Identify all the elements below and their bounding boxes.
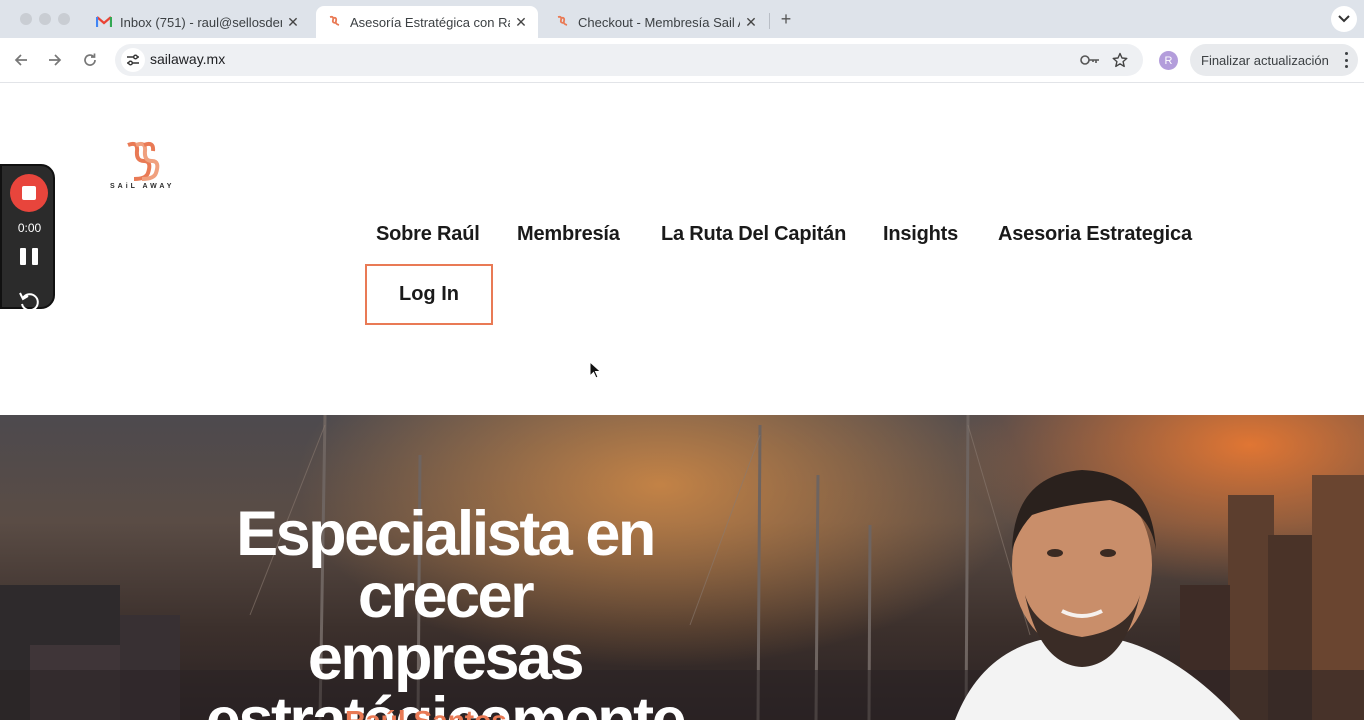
forward-button[interactable]: [44, 49, 66, 71]
sailaway-logo[interactable]: SAiL AWAY: [108, 141, 182, 193]
screen-recorder-widget: 0:00: [0, 164, 55, 312]
reload-button[interactable]: [79, 49, 101, 71]
window-zoom-button[interactable]: [58, 13, 70, 25]
sailaway-favicon-icon: [554, 14, 570, 30]
nav-sobre-raul[interactable]: Sobre Raúl: [376, 223, 480, 246]
arrow-right-icon: [49, 54, 62, 66]
pause-button[interactable]: [20, 248, 38, 268]
url-text: sailaway.mx: [150, 51, 226, 67]
chevron-down-icon: [1338, 15, 1350, 23]
bookmark-star-icon[interactable]: [1109, 49, 1131, 71]
update-label: Finalizar actualización: [1201, 52, 1329, 68]
arrow-left-icon: [14, 54, 27, 66]
nav-insights[interactable]: Insights: [883, 223, 958, 246]
nav-membresia[interactable]: Membresía: [517, 223, 620, 246]
address-bar[interactable]: sailaway.mx: [115, 44, 1143, 76]
new-tab-button[interactable]: +: [775, 8, 797, 30]
hero-title-line: empresas: [307, 623, 585, 693]
site-settings-icon[interactable]: [121, 48, 145, 72]
browser-toolbar: sailaway.mx R Finalizar actualización: [0, 38, 1364, 83]
hero-subtitle: Raúl Santos: [345, 705, 507, 720]
close-icon[interactable]: ✕: [510, 11, 532, 33]
more-menu-icon[interactable]: [1344, 52, 1348, 68]
restart-icon[interactable]: [17, 289, 41, 313]
mouse-cursor-icon: [589, 361, 602, 379]
sailaway-logo-mark-icon: [127, 141, 160, 181]
tab-strip: Inbox (751) - raul@sellosdem ✕ Asesoría …: [0, 0, 1364, 38]
nav-la-ruta-del-capitan[interactable]: La Ruta Del Capitán: [661, 223, 846, 246]
hero-section: Especialista en crecer empresas estratég…: [0, 415, 1364, 720]
tab-title: Checkout - Membresía Sail Av: [578, 14, 740, 30]
hero-title-line: Especialista en crecer: [236, 499, 656, 631]
tab-search-button[interactable]: [1331, 6, 1357, 32]
update-button[interactable]: Finalizar actualización: [1190, 44, 1358, 76]
recording-timer: 0:00: [17, 221, 42, 235]
logo-wordmark: SAiL AWAY: [110, 183, 175, 190]
window-close-button[interactable]: [20, 13, 32, 25]
close-icon[interactable]: ✕: [282, 11, 304, 33]
tab-asesoria[interactable]: Asesoría Estratégica con Raúl ✕: [316, 6, 538, 38]
tab-title: Inbox (751) - raul@sellosdem: [120, 14, 282, 30]
close-icon[interactable]: ✕: [740, 11, 762, 33]
web-page: SAiL AWAY Sobre Raúl Membresía La Ruta D…: [0, 83, 1364, 720]
stop-icon: [22, 186, 36, 200]
back-button[interactable]: [10, 49, 32, 71]
stop-recording-button[interactable]: [10, 174, 48, 212]
window-minimize-button[interactable]: [39, 13, 51, 25]
sailaway-favicon-icon: [326, 14, 342, 30]
reload-icon: [84, 53, 96, 66]
hero-title: Especialista en crecer empresas estratég…: [150, 503, 740, 720]
tab-separator: [769, 13, 770, 29]
profile-avatar[interactable]: R: [1159, 51, 1178, 70]
nav-asesoria-estrategica[interactable]: Asesoria Estrategica: [998, 223, 1192, 246]
login-button[interactable]: Log In: [365, 264, 493, 325]
tab-gmail-inbox[interactable]: Inbox (751) - raul@sellosdem ✕: [86, 6, 310, 38]
tab-title: Asesoría Estratégica con Raúl: [350, 14, 510, 30]
password-key-icon[interactable]: [1079, 51, 1101, 69]
gmail-icon: [96, 14, 112, 30]
tab-checkout[interactable]: Checkout - Membresía Sail Av ✕: [544, 6, 768, 38]
